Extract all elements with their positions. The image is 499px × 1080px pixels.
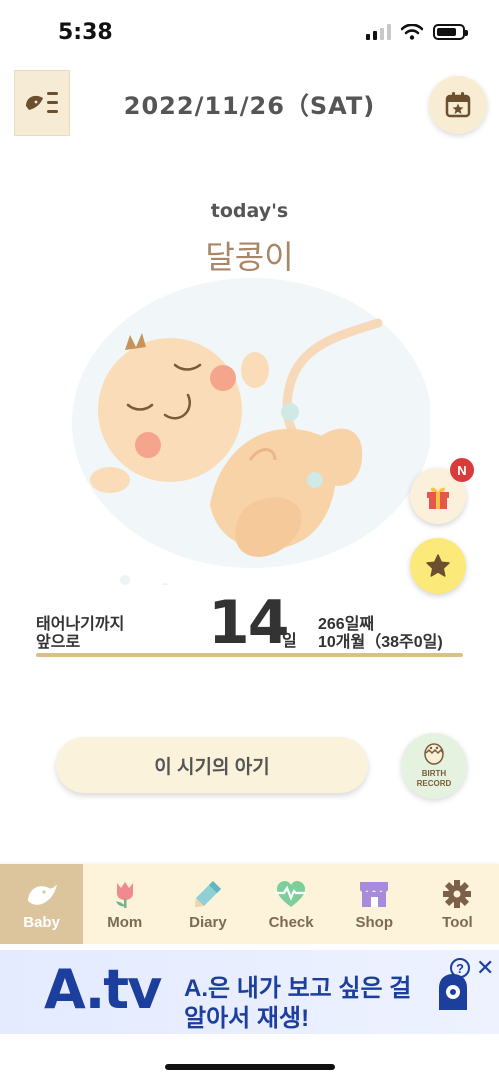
- nav-label-tool: Tool: [442, 913, 473, 931]
- shop-icon: [357, 878, 391, 910]
- baby-bird-icon: [25, 878, 59, 910]
- wifi-icon: [401, 24, 423, 40]
- divider: [36, 653, 463, 657]
- nav-item-diary[interactable]: Diary: [166, 864, 249, 944]
- favorite-button[interactable]: [410, 538, 466, 594]
- nav-label-mom: Mom: [107, 913, 143, 931]
- nav-label-shop: Shop: [355, 913, 394, 931]
- bottom-navigation: Baby Mom Diary Check Shop Tool: [0, 864, 499, 944]
- home-indicator: [165, 1064, 335, 1070]
- nav-item-mom[interactable]: Mom: [83, 864, 166, 944]
- birth-record-label-line1: BIRTH: [421, 769, 447, 778]
- pencil-icon: [191, 878, 225, 910]
- countdown-number: 14: [208, 588, 289, 658]
- gear-icon: [440, 878, 474, 910]
- battery-icon: [433, 24, 468, 40]
- calendar-star-icon: [445, 92, 471, 118]
- baby-name: 달콩이: [205, 239, 294, 275]
- tulip-icon: [108, 878, 142, 910]
- countdown-label-line2: 앞으로: [36, 634, 81, 651]
- nav-item-shop[interactable]: Shop: [333, 864, 416, 944]
- ad-text-line2: 알아서 재생!: [184, 1005, 310, 1032]
- header-date: 2022/11/26（SAT): [123, 92, 376, 120]
- cellular-signal-icon: [366, 24, 391, 40]
- status-icons: [366, 24, 468, 40]
- nav-label-diary: Diary: [189, 913, 227, 931]
- calendar-button[interactable]: [429, 76, 487, 134]
- pregnancy-month-week: 10개월（38주0일): [318, 634, 443, 651]
- ad-close-icon[interactable]: ✕: [476, 955, 494, 981]
- gift-icon: [427, 487, 449, 509]
- nav-label-check: Check: [268, 913, 314, 931]
- nav-label-baby: Baby: [23, 913, 60, 931]
- fetus-illustration: [72, 278, 430, 585]
- nav-item-baby[interactable]: Baby: [0, 864, 84, 944]
- status-bar: 5:38: [0, 0, 499, 64]
- ad-mascot-icon: [439, 974, 467, 1010]
- nav-item-tool[interactable]: Tool: [416, 864, 499, 944]
- todays-label: today's: [210, 200, 289, 222]
- status-time: 5:38: [58, 20, 113, 45]
- baby-this-period-button[interactable]: 이 시기의 아기: [56, 737, 368, 793]
- new-badge: N: [450, 458, 474, 482]
- egg-chick-icon: [424, 743, 444, 765]
- heartbeat-icon: [274, 878, 308, 910]
- ad-logo: A.tv: [44, 958, 162, 1021]
- nav-item-check[interactable]: Check: [250, 864, 333, 944]
- star-icon: [426, 554, 450, 577]
- birth-record-button[interactable]: BIRTH RECORD: [401, 733, 467, 799]
- birth-record-label-line2: RECORD: [416, 779, 452, 788]
- countdown-unit: 일: [282, 633, 297, 650]
